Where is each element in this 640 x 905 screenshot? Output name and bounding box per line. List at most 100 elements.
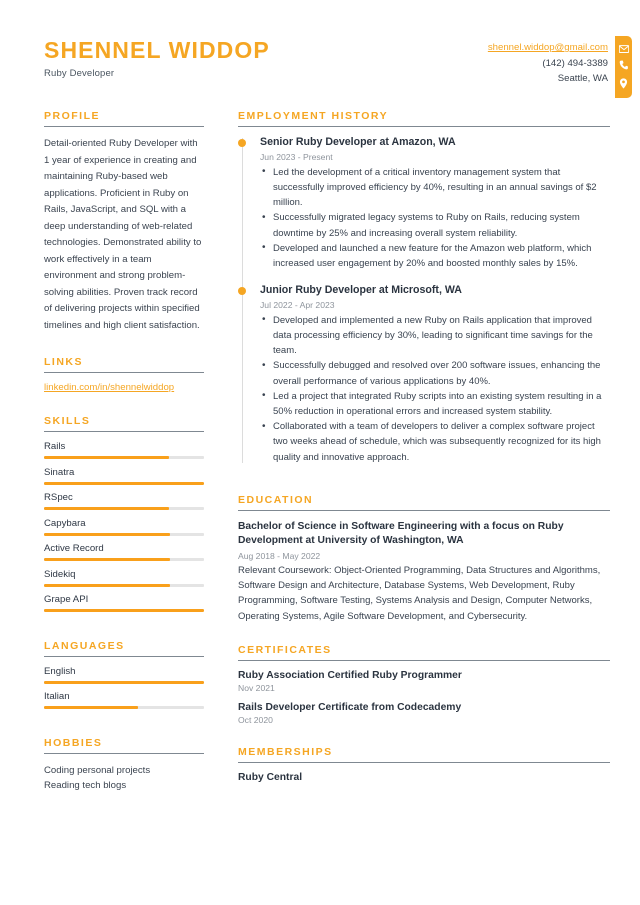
links-list: linkedin.com/in/shennelwiddop: [44, 382, 204, 393]
education-date: Aug 2018 - May 2022: [238, 550, 321, 561]
section-links: LINKS linkedin.com/in/shennelwiddop: [44, 356, 204, 393]
skill-name: Sidekiq: [44, 568, 76, 580]
timeline-dot-icon: [238, 138, 246, 147]
education-coursework: Relevant Coursework: Object-Oriented Pro…: [238, 564, 601, 622]
employment-bullets: Developed and implemented a new Ruby on …: [260, 312, 610, 465]
section-title-employment: EMPLOYMENT HISTORY: [238, 110, 389, 122]
certificate-entry: Ruby Association Certified Ruby Programm…: [238, 670, 610, 693]
employment-heading: Senior Ruby Developer at Amazon, WA: [260, 136, 456, 148]
languages-list: English Italian: [44, 665, 204, 709]
section-certificates: CERTIFICATES Ruby Association Certified …: [238, 644, 610, 725]
bullet-item: Led a project that integrated Ruby scrip…: [260, 388, 610, 419]
skill-name: Sinatra: [44, 466, 75, 478]
skill-bar-fill: [44, 558, 171, 561]
skill-row: Capybara: [44, 518, 204, 536]
sidebar-column: PROFILE Detail-oriented Ruby Developer w…: [0, 110, 226, 794]
hobbies-list: Coding personal projects Reading tech bl…: [44, 763, 204, 794]
skill-bar-track: [44, 507, 204, 510]
skill-bar-fill: [44, 532, 171, 536]
phone-icon: [619, 60, 628, 70]
certificate-date: Oct 2020: [238, 714, 273, 725]
language-row: Italian: [44, 691, 204, 709]
contact-icon-badge: [615, 36, 632, 98]
section-employment: EMPLOYMENT HISTORY Senior Ruby Developer…: [238, 110, 610, 465]
language-bar-fill: [44, 680, 204, 684]
employment-date: Jun 2023 - Present: [260, 151, 333, 162]
hobby-item: Coding personal projects: [44, 764, 151, 776]
skill-name: RSpec: [44, 492, 73, 503]
skill-bar-fill: [44, 583, 171, 587]
bullet-item: Developed and launched a new feature for…: [260, 240, 610, 271]
section-title-profile: PROFILE: [44, 110, 101, 122]
contact-info: shennel.widdop@gmail.com (142) 494-3389 …: [488, 40, 608, 87]
certificate-entry: Rails Developer Certificate from Codecad…: [238, 702, 610, 725]
section-divider: [44, 126, 204, 127]
email-link[interactable]: shennel.widdop@gmail.com: [488, 40, 608, 56]
skill-row: Active Record: [44, 543, 204, 561]
phone-text: (142) 494-3389: [542, 57, 608, 69]
language-bar-track: [44, 706, 204, 709]
section-divider: [238, 659, 610, 661]
envelope-icon: [618, 44, 629, 53]
bullet-item: Collaborated with a team of developers t…: [260, 419, 610, 465]
skill-bar-track: [44, 558, 204, 561]
certificate-date: Nov 2021: [238, 682, 275, 693]
location-pin-icon: [619, 78, 628, 89]
skill-bar-fill: [44, 481, 204, 485]
certificate-name: Rails Developer Certificate from Codecad…: [238, 701, 462, 713]
section-divider: [238, 509, 610, 511]
skill-name: Active Record: [44, 543, 104, 554]
job-title-subtitle: Ruby Developer: [44, 68, 115, 80]
language-name: Italian: [44, 691, 70, 702]
employment-heading: Junior Ruby Developer at Microsoft, WA: [260, 284, 462, 297]
skill-bar-fill: [44, 609, 204, 612]
section-divider: [44, 655, 204, 657]
location-text: Seattle, WA: [557, 73, 608, 85]
skill-row: RSpec: [44, 492, 204, 510]
education-heading: Bachelor of Science in Software Engineer…: [238, 520, 564, 547]
section-title-certificates: CERTIFICATES: [238, 643, 332, 656]
bullet-item: Developed and implemented a new Ruby on …: [260, 312, 610, 359]
skill-bar-track: [44, 456, 204, 459]
section-title-memberships: MEMBERSHIPS: [238, 745, 333, 758]
timeline-dot-icon: [238, 286, 246, 295]
link-item[interactable]: linkedin.com/in/shennelwiddop: [44, 382, 204, 393]
language-name: English: [44, 665, 76, 677]
section-skills: SKILLS Rails Sinatra RSpec Capybara Acti…: [44, 415, 204, 612]
section-hobbies: HOBBIES Coding personal projects Reading…: [44, 737, 204, 794]
section-divider: [238, 126, 610, 127]
section-title-links: LINKS: [44, 356, 83, 368]
page-title: SHENNEL WIDDOP: [44, 37, 270, 63]
employment-date: Jul 2022 - Apr 2023: [260, 299, 335, 310]
skill-bar-track: [44, 583, 204, 587]
skill-bar-fill: [44, 507, 169, 510]
employment-entry: Junior Ruby Developer at Microsoft, WA J…: [238, 284, 610, 465]
resume-body: PROFILE Detail-oriented Ruby Developer w…: [0, 110, 640, 794]
membership-name: Ruby Central: [238, 771, 303, 783]
section-languages: LANGUAGES English Italian: [44, 639, 204, 709]
section-divider: [44, 372, 204, 373]
main-column: EMPLOYMENT HISTORY Senior Ruby Developer…: [226, 110, 640, 794]
skill-name: Grape API: [44, 594, 89, 605]
bullet-item: Successfully migrated legacy systems to …: [260, 210, 610, 240]
profile-text: Detail-oriented Ruby Developer with 1 ye…: [44, 138, 202, 331]
employment-entry: Senior Ruby Developer at Amazon, WA Jun …: [238, 136, 610, 271]
section-divider: [44, 752, 204, 754]
skill-row: Sidekiq: [44, 569, 204, 587]
employment-timeline: Senior Ruby Developer at Amazon, WA Jun …: [238, 136, 610, 465]
bullet-item: Successfully debugged and resolved over …: [260, 358, 610, 388]
skill-row: Rails: [44, 441, 204, 459]
skill-name: Rails: [44, 441, 66, 452]
section-title-education: EDUCATION: [238, 493, 314, 506]
skill-row: Sinatra: [44, 467, 204, 485]
section-divider: [44, 431, 204, 432]
name-block: SHENNEL WIDDOP Ruby Developer: [44, 37, 270, 80]
section-title-hobbies: HOBBIES: [44, 736, 103, 749]
skill-bar-fill: [44, 456, 169, 459]
bullet-item: Led the development of a critical invent…: [260, 164, 610, 211]
skills-list: Rails Sinatra RSpec Capybara Active Reco…: [44, 441, 204, 612]
section-profile: PROFILE Detail-oriented Ruby Developer w…: [44, 110, 204, 334]
skill-bar-track: [44, 609, 204, 612]
section-divider: [238, 761, 610, 763]
section-title-languages: LANGUAGES: [44, 639, 125, 652]
